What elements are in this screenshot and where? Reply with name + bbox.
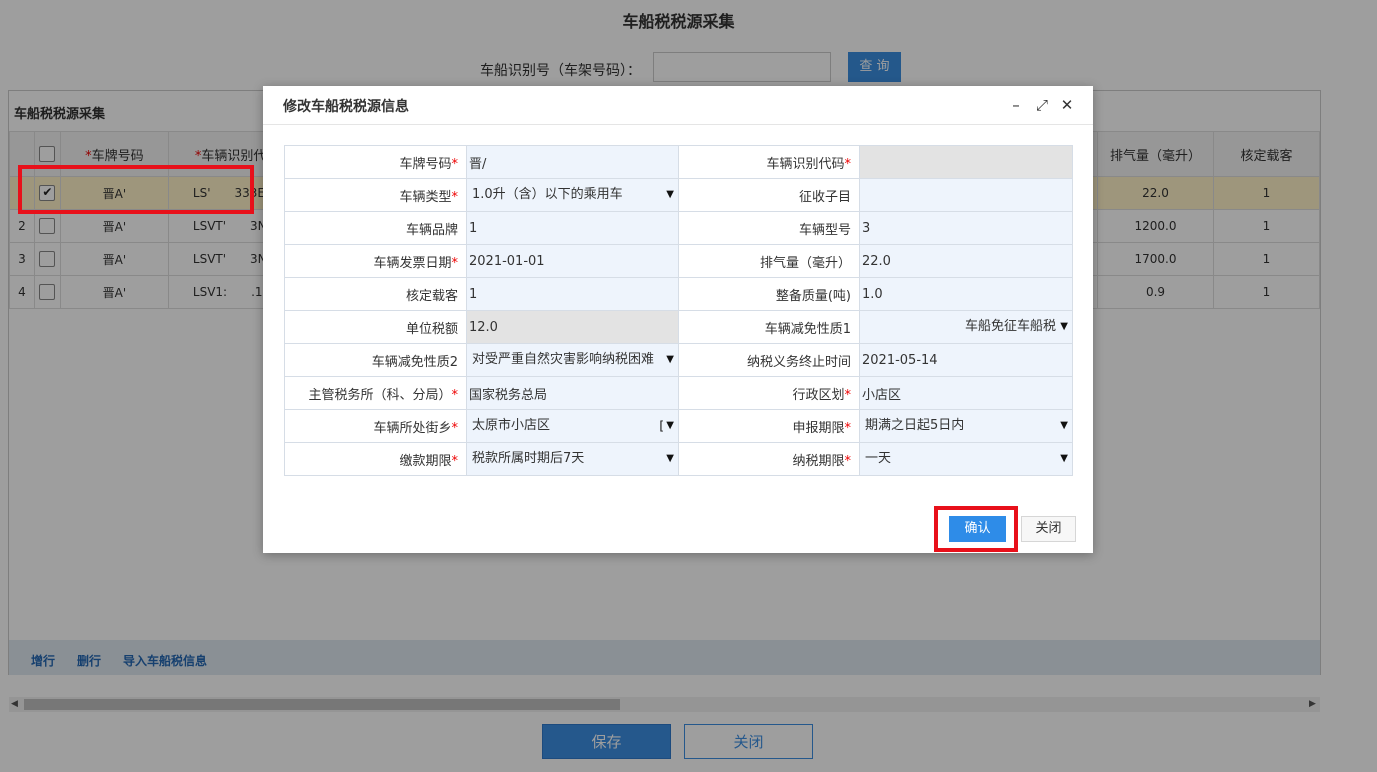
chevron-down-icon: ▼ (666, 420, 674, 431)
tax-period-select[interactable]: 一天 ▼ (859, 442, 1073, 476)
chevron-down-icon: ▼ (666, 189, 674, 200)
tax-office-label: 主管税务所（科、分局）* (284, 376, 467, 410)
district-field[interactable]: 小店区 (859, 376, 1073, 410)
unit-tax-field: 12.0 (466, 310, 679, 344)
model-field[interactable]: 3 (859, 211, 1073, 245)
exempt2-select[interactable]: 对受严重自然灾害影响纳税困难 ▼ (466, 343, 679, 377)
chevron-down-icon: ▼ (666, 354, 674, 365)
plate-field[interactable]: 晋/ (466, 145, 679, 179)
exempt2-label: 车辆减免性质2 (284, 343, 467, 377)
close-icon[interactable]: ✕ (1059, 96, 1075, 114)
chevron-down-icon: ▼ (1060, 453, 1068, 464)
maximize-icon[interactable]: ⤢ (1034, 96, 1050, 114)
curb-weight-label: 整备质量(吨) (678, 277, 860, 311)
tax-period-label: 纳税期限* (678, 442, 860, 476)
invoice-date-label: 车辆发票日期* (284, 244, 467, 278)
seats-field[interactable]: 1 (466, 277, 679, 311)
dialog-divider (263, 124, 1093, 125)
minimize-icon[interactable]: – (1008, 96, 1024, 114)
exempt1-select[interactable]: 车船免征车船税 ▼ (859, 310, 1073, 344)
end-date-label: 纳税义务终止时间 (678, 343, 860, 377)
payment-deadline-select[interactable]: 税款所属时期后7天 ▼ (466, 442, 679, 476)
chevron-down-icon: ▼ (666, 453, 674, 464)
tax-office-field[interactable]: 国家税务总局 (466, 376, 679, 410)
type-label: 车辆类型* (284, 178, 467, 212)
vehicle-type-select[interactable]: 1.0升（含）以下的乘用车 ▼ (466, 178, 679, 212)
vehicle-form: 车牌号码* 晋/ 车辆识别代码* 车辆类型* 1.0升（含）以下的乘用车 ▼ 征收… (284, 145, 1073, 476)
plate-label: 车牌号码* (284, 145, 467, 179)
unit-tax-label: 单位税额 (284, 310, 467, 344)
highlight-selected-row (18, 165, 254, 214)
chevron-down-icon: ▼ (1060, 321, 1068, 332)
invoice-date-field[interactable]: 2021-01-01 (466, 244, 679, 278)
vin-field (859, 145, 1073, 179)
displacement-label: 排气量（毫升） (678, 244, 860, 278)
brand-field[interactable]: 1 (466, 211, 679, 245)
model-label: 车辆型号 (678, 211, 860, 245)
vin-label: 车辆识别代码* (678, 145, 860, 179)
report-deadline-label: 申报期限* (678, 409, 860, 443)
end-date-field[interactable]: 2021-05-14 (859, 343, 1073, 377)
subitem-field[interactable] (859, 178, 1073, 212)
subitem-label: 征收子目 (678, 178, 860, 212)
exempt1-label: 车辆减免性质1 (678, 310, 860, 344)
displacement-field[interactable]: 22.0 (859, 244, 1073, 278)
dialog-close-button[interactable]: 关闭 (1021, 516, 1076, 542)
report-deadline-select[interactable]: 期满之日起5日内 ▼ (859, 409, 1073, 443)
street-select[interactable]: 太原市小店区[▼ (466, 409, 679, 443)
payment-deadline-label: 缴款期限* (284, 442, 467, 476)
curb-weight-field[interactable]: 1.0 (859, 277, 1073, 311)
seats-label: 核定载客 (284, 277, 467, 311)
brand-label: 车辆品牌 (284, 211, 467, 245)
district-label: 行政区划* (678, 376, 860, 410)
dialog-title: 修改车船税税源信息 (283, 99, 409, 115)
chevron-down-icon: ▼ (1060, 420, 1068, 431)
street-label: 车辆所处街乡* (284, 409, 467, 443)
confirm-button[interactable]: 确认 (949, 516, 1006, 542)
